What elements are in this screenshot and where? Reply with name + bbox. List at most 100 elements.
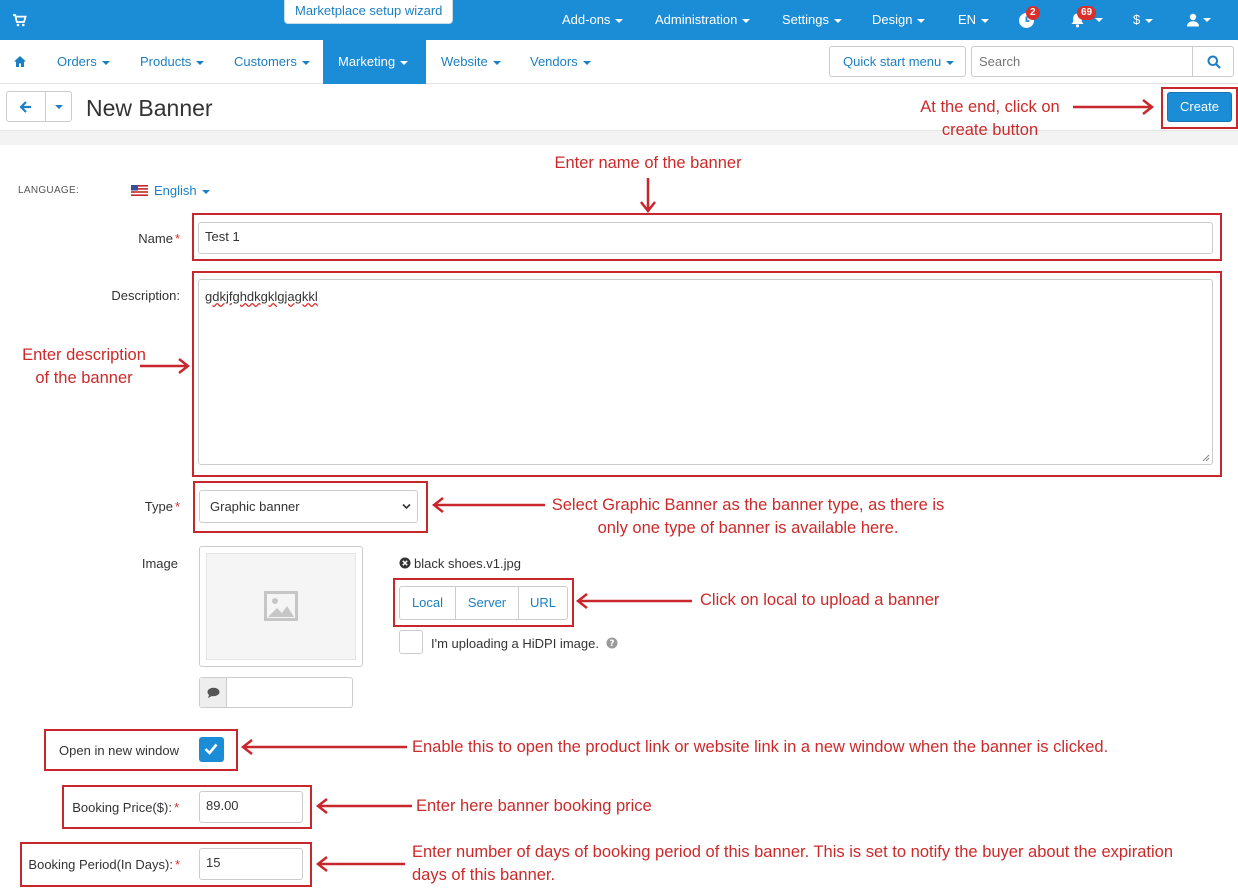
type-label-text: Type — [144, 499, 173, 514]
menu-administration[interactable]: Administration — [655, 0, 751, 40]
currency-menu[interactable]: $ — [1133, 0, 1154, 40]
annotation-box-window — [44, 729, 238, 771]
hidpi-checkbox[interactable] — [399, 630, 423, 654]
image-alt-text-input[interactable] — [199, 677, 353, 708]
back-dropdown-button[interactable] — [45, 91, 72, 122]
nav-vendors-label: Vendors — [530, 54, 578, 69]
name-label-text: Name — [138, 231, 173, 246]
updates-button[interactable]: 2 — [1018, 0, 1040, 40]
annotation-period: Enter number of days of booking period o… — [412, 841, 1173, 887]
image-placeholder-icon — [264, 591, 298, 621]
chevron-down-icon — [55, 105, 63, 109]
chevron-down-icon — [201, 189, 210, 194]
file-name: black shoes.v1.jpg — [414, 556, 521, 571]
annotation-window: Enable this to open the product link or … — [412, 738, 1109, 756]
chevron-down-icon — [582, 60, 591, 65]
nav-vendors[interactable]: Vendors — [530, 40, 591, 84]
page-title: New Banner — [86, 95, 213, 121]
description-field-label: Description: — [111, 288, 180, 303]
chevron-down-icon — [742, 18, 751, 23]
chevron-down-icon — [833, 18, 842, 23]
annotation-local: Click on local to upload a banner — [700, 591, 940, 609]
annotation-box-description — [192, 271, 1222, 477]
language-value: English — [154, 183, 197, 198]
image-preview — [199, 546, 363, 667]
required-asterisk: * — [174, 231, 180, 246]
name-field-label: Name * — [60, 231, 180, 246]
language-label: LANGUAGE: — [18, 185, 80, 196]
notifications-badge: 69 — [1077, 6, 1097, 20]
menu-language[interactable]: EN — [958, 0, 990, 40]
us-flag-icon — [131, 185, 148, 196]
menu-design[interactable]: Design — [872, 0, 926, 40]
nav-orders[interactable]: Orders — [57, 40, 110, 84]
search-icon — [1207, 55, 1221, 69]
chevron-down-icon — [981, 18, 990, 23]
nav-products-label: Products — [140, 54, 192, 69]
menu-addons-label: Add-ons — [562, 12, 611, 27]
menu-design-label: Design — [872, 12, 913, 27]
annotation-period-line1: Enter number of days of booking period o… — [412, 843, 1173, 861]
chevron-down-icon — [196, 60, 205, 65]
nav-website[interactable]: Website — [441, 40, 501, 84]
annotation-create-line2: create button — [941, 121, 1039, 139]
quick-start-menu-button[interactable]: Quick start menu — [829, 46, 966, 77]
annotation-box-create — [1161, 87, 1238, 129]
cart-icon[interactable] — [12, 12, 28, 28]
menu-settings-label: Settings — [782, 12, 829, 27]
chevron-down-icon — [946, 60, 955, 65]
quick-start-label: Quick start menu — [843, 54, 942, 69]
nav-marketing[interactable]: Marketing — [323, 40, 426, 84]
back-button[interactable] — [6, 91, 46, 122]
annotation-period-line2: days of this banner. — [412, 866, 556, 884]
annotation-name: Enter name of the banner — [554, 154, 742, 172]
nav-customers[interactable]: Customers — [234, 40, 310, 84]
currency-label: $ — [1133, 12, 1141, 27]
annotation-description-line1: Enter description — [22, 346, 146, 364]
main-nav: Orders Products Customers Marketing Webs… — [0, 40, 1238, 84]
marketplace-setup-wizard-link[interactable]: Marketplace setup wizard — [284, 0, 454, 24]
remove-file-icon[interactable] — [399, 557, 411, 569]
home-icon[interactable] — [13, 55, 27, 68]
annotation-box-upload — [393, 578, 574, 627]
comment-icon — [207, 687, 220, 698]
arrow-left-icon — [20, 101, 31, 113]
annotation-box-price — [62, 785, 312, 829]
menu-administration-label: Administration — [655, 12, 738, 27]
uploaded-file: black shoes.v1.jpg — [399, 556, 521, 571]
annotation-box-name — [192, 213, 1222, 261]
user-menu[interactable] — [1186, 0, 1216, 40]
annotation-type: Select Graphic Banner as the banner type… — [540, 494, 956, 540]
chevron-down-icon — [101, 60, 110, 65]
menu-settings[interactable]: Settings — [782, 0, 842, 40]
annotation-box-type — [193, 481, 428, 533]
chevron-down-icon — [301, 60, 310, 65]
annotation-type-line2: only one type of banner is available her… — [597, 519, 899, 537]
menu-language-label: EN — [958, 12, 977, 27]
nav-products[interactable]: Products — [140, 40, 205, 84]
nav-customers-label: Customers — [234, 54, 297, 69]
alt-text-addon — [200, 678, 227, 707]
annotation-price: Enter here banner booking price — [416, 797, 652, 815]
updates-badge: 2 — [1026, 6, 1040, 20]
notifications-button[interactable]: 69 — [1070, 0, 1106, 40]
chevron-down-icon — [1145, 18, 1154, 23]
nav-orders-label: Orders — [57, 54, 97, 69]
menu-addons[interactable]: Add-ons — [562, 0, 624, 40]
search-button[interactable] — [1192, 46, 1234, 77]
top-bar: Marketplace setup wizard Add-ons Adminis… — [0, 0, 1238, 40]
nav-marketing-label: Marketing — [338, 54, 396, 69]
user-icon — [1187, 13, 1199, 27]
annotation-type-line1: Select Graphic Banner as the banner type… — [551, 496, 945, 514]
type-field-label: Type * — [60, 499, 180, 514]
help-icon[interactable]: ? — [606, 637, 618, 649]
image-field-label: Image — [141, 556, 178, 571]
required-asterisk: * — [174, 499, 180, 514]
annotation-description-line2: of the banner — [35, 369, 133, 387]
annotation-create: At the end, click on create button — [905, 96, 1075, 142]
chevron-down-icon — [917, 18, 926, 23]
language-selector[interactable]: English — [131, 183, 210, 198]
annotation-description: Enter description of the banner — [12, 344, 156, 390]
search-input[interactable] — [971, 46, 1193, 77]
annotation-box-period — [20, 842, 312, 887]
